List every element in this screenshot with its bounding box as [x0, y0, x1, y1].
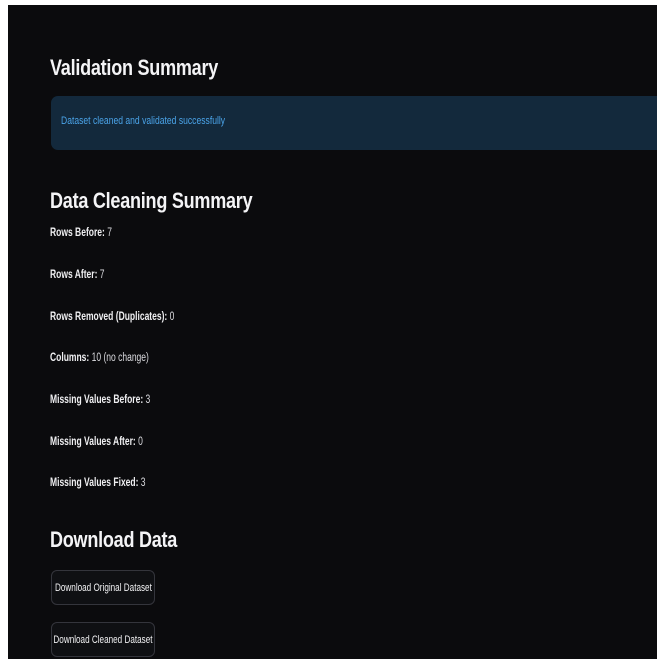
stat-columns: Columns: 10 (no change) — [50, 352, 149, 364]
stat-value: 10 (no change) — [91, 352, 149, 364]
stat-rows-after: Rows After: 7 — [50, 269, 105, 281]
stat-label: Columns: — [50, 352, 90, 364]
stat-value: 3 — [140, 477, 146, 489]
data-cleaning-summary-heading: Data Cleaning Summary — [50, 188, 253, 213]
stat-value: 0 — [138, 436, 143, 448]
success-info-alert: Dataset cleaned and validated successful… — [51, 96, 657, 150]
download-cleaned-button[interactable]: Download Cleaned Dataset — [51, 622, 155, 657]
app-main: Validation Summary Dataset cleaned and v… — [8, 5, 657, 659]
stat-label: Rows Before: — [50, 227, 105, 239]
stat-label: Rows Removed (Duplicates): — [50, 311, 168, 323]
download-original-label: Download Original Dataset — [54, 581, 152, 594]
stat-label: Missing Values Before: — [50, 394, 144, 406]
validation-summary-heading: Validation Summary — [50, 55, 219, 80]
download-data-heading: Download Data — [50, 527, 178, 552]
stat-missing-fixed: Missing Values Fixed: 3 — [50, 477, 146, 489]
stat-label: Missing Values After: — [50, 436, 136, 448]
stat-value: 7 — [99, 269, 105, 281]
stat-value: 0 — [169, 311, 175, 323]
download-cleaned-label: Download Cleaned Dataset — [53, 633, 153, 646]
stat-missing-before: Missing Values Before: 3 — [50, 394, 150, 406]
stat-rows-removed: Rows Removed (Duplicates): 0 — [50, 311, 174, 323]
stat-label: Rows After: — [50, 269, 98, 281]
alert-message: Dataset cleaned and validated successful… — [61, 115, 226, 127]
stat-rows-before: Rows Before: 7 — [50, 227, 112, 239]
download-original-button[interactable]: Download Original Dataset — [51, 570, 155, 605]
stat-label: Missing Values Fixed: — [50, 477, 139, 489]
stat-value: 3 — [145, 394, 151, 406]
stat-missing-after: Missing Values After: 0 — [50, 436, 143, 448]
stat-value: 7 — [107, 227, 112, 239]
